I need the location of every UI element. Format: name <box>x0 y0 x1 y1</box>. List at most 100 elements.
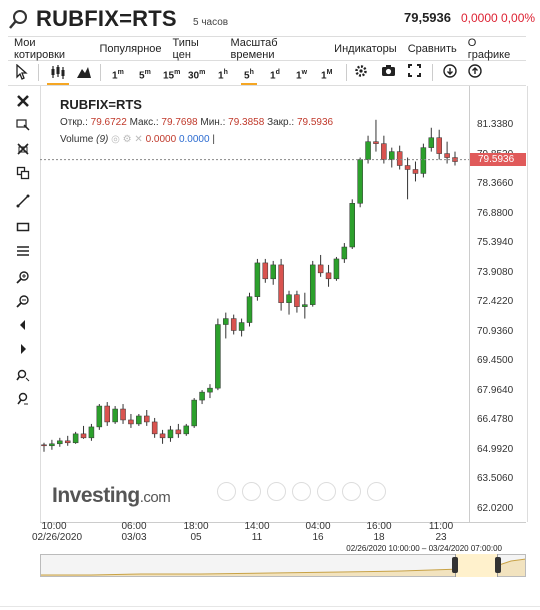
y-tick-label: 64.9920 <box>477 443 514 455</box>
y-tick-label: 69.4500 <box>477 355 514 367</box>
candle <box>167 425 174 442</box>
y-tick-label: 78.3660 <box>477 178 514 190</box>
candle <box>254 258 261 301</box>
candle <box>396 145 403 170</box>
candle <box>151 417 158 438</box>
low-value: 79.3858 <box>228 117 265 128</box>
candle <box>325 264 332 287</box>
navigator-left-handle[interactable] <box>452 557 458 573</box>
x-tick-label: 04:00 16 <box>305 521 331 543</box>
volume-value-2: 0.0000 <box>178 134 210 145</box>
navigator-right-handle[interactable] <box>495 557 501 573</box>
candle <box>183 423 190 436</box>
volume-param: (9) <box>96 134 109 145</box>
candle <box>302 292 308 319</box>
candle <box>80 425 87 439</box>
close-icon[interactable]: ✕ <box>134 134 142 145</box>
x-tick-label: 06:00 03/03 <box>121 521 147 543</box>
high-value: 79.7698 <box>161 117 198 128</box>
ohlc-legend: Откр.: 79.6722 Макс.: 79.7698 Мин.: 79.3… <box>60 117 333 128</box>
y-tick-label: 73.9080 <box>477 266 514 278</box>
candle <box>199 390 205 405</box>
legend-title: RUBFIX=RTS <box>60 97 142 112</box>
candle <box>136 413 142 426</box>
candle <box>96 404 103 430</box>
candle <box>215 318 221 391</box>
zoom-in-icon[interactable] <box>292 482 311 501</box>
navigator-selection[interactable] <box>455 554 498 577</box>
x-tick-label: 11:00 23 <box>428 521 454 543</box>
candle <box>175 423 182 438</box>
candle <box>88 423 95 441</box>
candle <box>128 413 134 428</box>
high-label: Макс.: <box>129 117 159 128</box>
range-label: 02/26/2020 10:00:00 – 03/24/2020 07:00:0… <box>346 544 502 553</box>
candle <box>428 127 435 152</box>
investing-logo: Investing.com <box>52 484 171 507</box>
candle <box>317 254 324 277</box>
candle <box>112 406 118 424</box>
candle <box>294 290 300 313</box>
y-tick-label: 67.9640 <box>477 384 514 396</box>
candle <box>41 442 47 452</box>
candle <box>246 292 253 327</box>
y-tick-label: 70.9360 <box>477 325 514 337</box>
candle <box>444 141 450 164</box>
candle <box>373 119 379 152</box>
candle <box>404 157 411 200</box>
y-tick-label: 62.0200 <box>477 503 514 514</box>
close-label: Закр.: <box>267 117 295 128</box>
candle <box>389 147 395 168</box>
candle <box>104 402 110 426</box>
x-tick-label: 18:00 05 <box>183 521 209 543</box>
candle <box>286 290 292 315</box>
open-label: Откр.: <box>60 117 88 128</box>
y-tick-label: 75.3940 <box>477 237 514 249</box>
y-tick-label: 81.3380 <box>477 119 514 130</box>
candle <box>64 435 71 446</box>
y-tick-label: 63.5060 <box>477 473 514 485</box>
last-price-tag: 79.5936 <box>470 153 526 167</box>
x-tick-label: 16:00 18 <box>366 521 392 543</box>
eye-icon[interactable]: ◎ <box>111 134 120 145</box>
go-latest-icon[interactable] <box>367 482 386 501</box>
candle <box>191 398 197 428</box>
candle <box>278 258 284 311</box>
candle <box>452 151 458 166</box>
candle <box>72 431 79 444</box>
close-value: 79.5936 <box>296 117 334 128</box>
candle <box>357 157 363 208</box>
candlestick-chart <box>40 119 469 452</box>
y-tick-label: 66.4780 <box>477 414 514 426</box>
gear-icon[interactable]: ⚙ <box>123 134 132 145</box>
candle <box>309 260 316 307</box>
open-value: 79.6722 <box>90 117 127 128</box>
candle <box>270 260 276 285</box>
volume-label: Volume <box>60 134 94 145</box>
scroll-right-icon[interactable] <box>317 482 336 501</box>
candle <box>333 256 340 281</box>
scroll-left-icon[interactable] <box>217 482 236 501</box>
candle <box>230 314 237 335</box>
candle <box>341 243 348 263</box>
candle <box>223 312 229 339</box>
low-label: Мин.: <box>200 117 226 128</box>
candle <box>420 143 427 178</box>
y-tick-label: 76.8800 <box>477 207 514 219</box>
candle <box>207 384 213 399</box>
candle <box>159 429 166 444</box>
scroll-end-icon[interactable] <box>342 482 361 501</box>
y-tick-label: 72.4220 <box>477 296 514 308</box>
candle <box>349 199 355 249</box>
candle <box>144 410 150 426</box>
reset-icon[interactable] <box>267 482 286 501</box>
candle <box>238 318 245 337</box>
candle <box>436 129 442 160</box>
x-tick-label: 14:00 11 <box>244 521 270 543</box>
candle <box>262 258 269 283</box>
candle <box>57 437 63 447</box>
zoom-out-icon[interactable] <box>242 482 261 501</box>
candle <box>412 161 419 182</box>
candle <box>120 404 126 424</box>
x-tick-label: 10:00 02/26/2020 <box>32 521 83 543</box>
